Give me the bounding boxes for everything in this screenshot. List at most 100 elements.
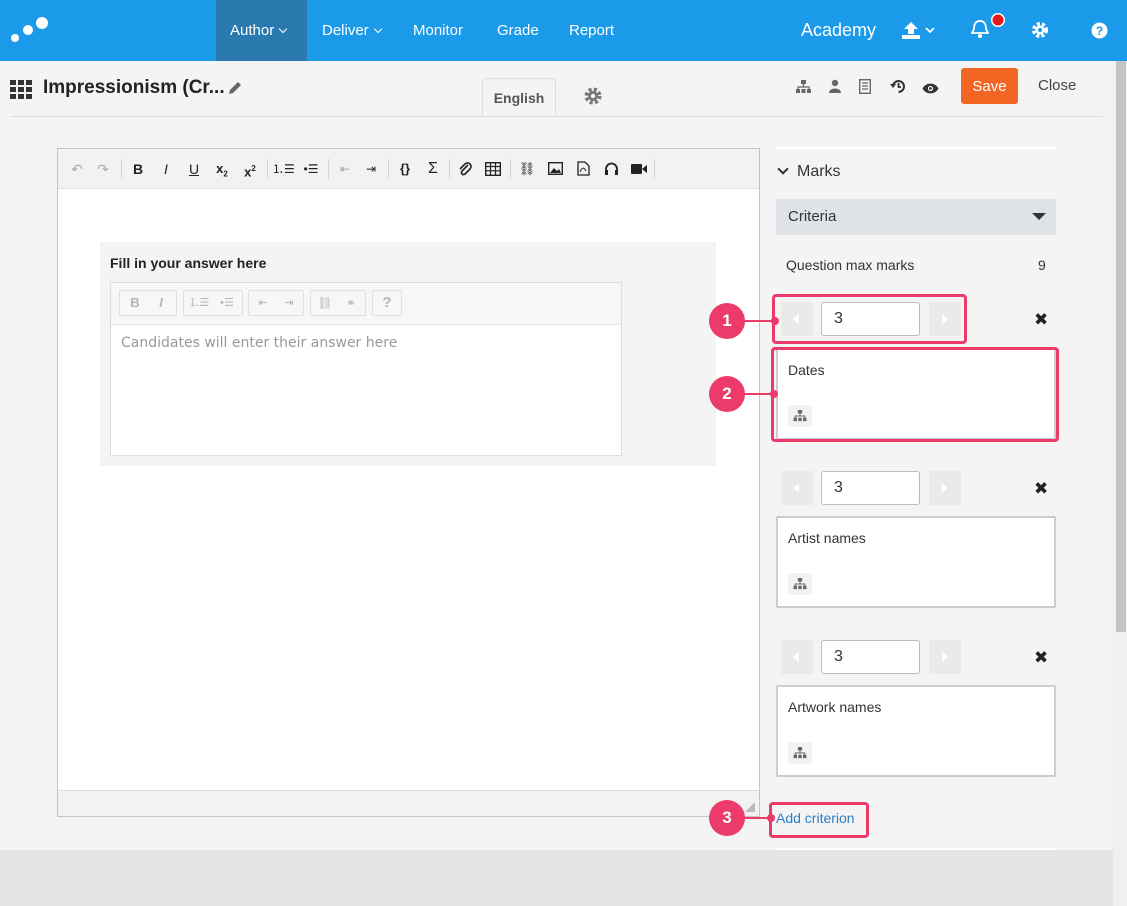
criterion-mark-input[interactable]: 3	[821, 640, 920, 674]
pencil-icon[interactable]	[227, 80, 243, 101]
increment-button[interactable]	[929, 640, 961, 674]
save-button[interactable]: Save	[961, 68, 1018, 104]
arrow-left-icon	[793, 652, 799, 662]
unlink-icon[interactable]: ⚭	[339, 291, 363, 315]
underline-icon[interactable]: U	[183, 159, 205, 179]
panel-divider	[776, 147, 1056, 149]
help-group: ?	[372, 290, 402, 316]
table-icon[interactable]	[482, 159, 504, 179]
question-editor[interactable]: ↶ ↷ B I U x2 x2 ⒈☰ •☰ ⇤ ⇥ {} Σ ⛓ Fill in…	[57, 148, 760, 817]
answer-block: Fill in your answer here B I ⒈☰ •☰ ⇤ ⇥ ⛓…	[100, 242, 716, 466]
italic-icon[interactable]: I	[155, 159, 177, 179]
gear-icon[interactable]	[1031, 21, 1049, 44]
app-logo[interactable]	[10, 14, 50, 46]
max-marks-value: 9	[1038, 257, 1046, 273]
nav-grade[interactable]: Grade	[483, 0, 553, 61]
bell-icon[interactable]	[969, 12, 1009, 47]
annotation-badge-1: 1	[709, 303, 745, 339]
criterion-mark-input[interactable]: 3	[821, 471, 920, 505]
numbered-list-icon[interactable]: ⒈☰	[272, 159, 295, 179]
italic-icon[interactable]: I	[149, 291, 173, 315]
undo-icon[interactable]: ↶	[66, 159, 88, 179]
outdent-icon[interactable]: ⇤	[334, 159, 356, 179]
criterion-text: Artwork names	[788, 699, 882, 715]
sigma-formula-icon[interactable]: Σ	[422, 159, 444, 179]
paperclip-icon[interactable]	[454, 159, 476, 179]
resize-handle-icon[interactable]	[745, 802, 755, 812]
bold-icon[interactable]: B	[127, 159, 149, 179]
marking-scheme-select[interactable]: Criteria	[776, 199, 1056, 235]
footer-area	[0, 850, 1113, 906]
indent-icon[interactable]: ⇥	[277, 291, 301, 315]
close-button[interactable]: Close	[1038, 77, 1076, 94]
remove-criterion-icon[interactable]: ✖	[1034, 648, 1048, 668]
gear-icon[interactable]	[583, 86, 603, 111]
nav-report[interactable]: Report	[555, 0, 628, 61]
page-title: Impressionism (Cr...	[43, 77, 225, 98]
header-divider	[10, 116, 1103, 117]
history-icon[interactable]	[890, 78, 907, 100]
top-navigation-bar: Author Deliver Monitor Grade Report Acad…	[0, 0, 1127, 61]
nav-deliver[interactable]: Deliver	[308, 0, 395, 61]
annotation-highlight-3	[769, 802, 869, 838]
bullet-list-icon[interactable]: •☰	[300, 159, 322, 179]
video-camera-icon[interactable]	[628, 159, 650, 179]
remove-criterion-icon[interactable]: ✖	[1034, 310, 1048, 330]
redo-icon[interactable]: ↷	[92, 159, 114, 179]
user-icon[interactable]	[829, 79, 841, 98]
link-icon[interactable]: ⛓	[516, 159, 538, 179]
annotation-dot	[771, 317, 779, 325]
candidate-answer-editor[interactable]: B I ⒈☰ •☰ ⇤ ⇥ ⛓ ⚭ ? Candidates will ente…	[110, 282, 622, 456]
answer-toolbar: B I ⒈☰ •☰ ⇤ ⇥ ⛓ ⚭ ?	[111, 283, 621, 325]
link-icon[interactable]: ⛓	[313, 291, 337, 315]
link-group: ⛓ ⚭	[310, 290, 366, 316]
hierarchy-icon[interactable]	[788, 573, 812, 595]
chevron-down-icon	[278, 24, 288, 34]
indent-icon[interactable]: ⇥	[360, 159, 382, 179]
increment-button[interactable]	[929, 471, 961, 505]
chevron-down-icon	[777, 163, 789, 175]
headphones-icon[interactable]	[600, 159, 622, 179]
remove-criterion-icon[interactable]: ✖	[1034, 479, 1048, 499]
help-icon[interactable]: ?	[375, 291, 399, 315]
criterion-description[interactable]: Artist names	[776, 516, 1056, 608]
format-group: B I	[119, 290, 177, 316]
annotation-badge-2: 2	[709, 376, 745, 412]
code-braces-icon[interactable]: {}	[394, 159, 416, 179]
organization-name[interactable]: Academy	[801, 0, 876, 61]
bullet-list-icon[interactable]: •☰	[215, 291, 239, 315]
upload-icon[interactable]	[902, 20, 940, 47]
panel-divider	[776, 848, 1056, 850]
superscript-icon[interactable]: x2	[239, 159, 261, 179]
hierarchy-icon[interactable]	[788, 742, 812, 764]
indent-group: ⇤ ⇥	[248, 290, 304, 316]
arrow-right-icon	[942, 652, 948, 662]
annotation-highlight-2	[771, 347, 1059, 442]
max-marks-label: Question max marks	[786, 257, 915, 273]
nav-monitor[interactable]: Monitor	[399, 0, 477, 61]
apps-grid-icon[interactable]	[10, 80, 34, 99]
numbered-list-icon[interactable]: ⒈☰	[187, 291, 211, 315]
pdf-icon[interactable]	[572, 159, 594, 179]
outdent-icon[interactable]: ⇤	[251, 291, 275, 315]
bold-icon[interactable]: B	[123, 291, 147, 315]
caret-down-icon	[1032, 213, 1046, 220]
decrement-button[interactable]	[781, 640, 813, 674]
answer-label: Fill in your answer here	[110, 255, 267, 271]
list-group: ⒈☰ •☰	[183, 290, 243, 316]
decrement-button[interactable]	[781, 471, 813, 505]
subscript-icon[interactable]: x2	[211, 159, 233, 179]
editor-toolbar: ↶ ↷ B I U x2 x2 ⒈☰ •☰ ⇤ ⇥ {} Σ ⛓	[58, 149, 759, 189]
image-icon[interactable]	[544, 159, 566, 179]
marks-section-toggle[interactable]: Marks	[777, 163, 841, 181]
annotation-highlight-1	[772, 294, 967, 344]
help-icon[interactable]: ?	[1091, 22, 1108, 44]
scrollbar-thumb[interactable]	[1116, 61, 1126, 632]
document-icon[interactable]	[858, 78, 872, 99]
preview-eye-icon[interactable]	[922, 81, 939, 99]
hierarchy-icon[interactable]	[796, 80, 811, 99]
tab-language[interactable]: English	[482, 78, 556, 116]
criterion-description[interactable]: Artwork names	[776, 685, 1056, 777]
answer-placeholder: Candidates will enter their answer here	[121, 335, 398, 351]
nav-author[interactable]: Author	[216, 0, 307, 61]
